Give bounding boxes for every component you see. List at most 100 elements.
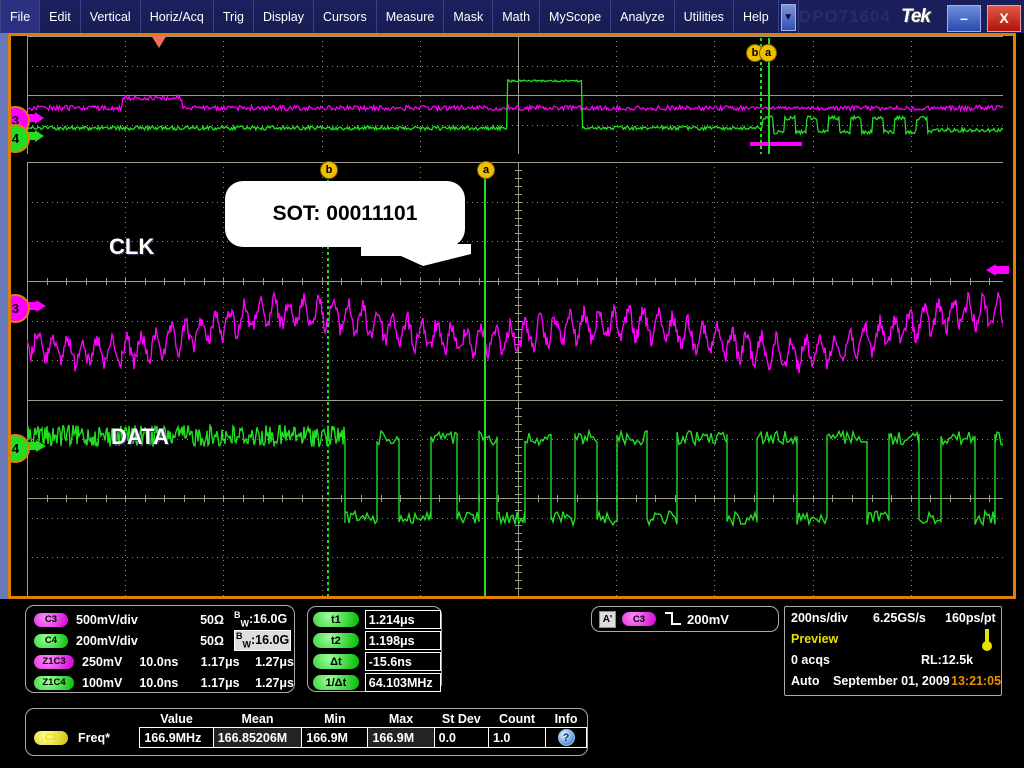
z1c3-pos1: 1.17μs bbox=[201, 655, 255, 669]
t2-value: 1.198μs bbox=[365, 631, 441, 650]
measurement-table[interactable]: Value Mean Min Max St Dev Count Info C1 … bbox=[25, 708, 588, 756]
z1c3-volts: 250mV bbox=[74, 655, 139, 669]
inv-delta-t-pill[interactable]: 1/Δt bbox=[313, 675, 359, 690]
clk-waveform bbox=[27, 162, 1003, 400]
minimize-button[interactable]: – bbox=[947, 5, 981, 32]
measurement-name-header bbox=[30, 711, 140, 728]
channel-3-level-arrow-right[interactable] bbox=[983, 264, 1009, 278]
t2-pill[interactable]: t2 bbox=[313, 633, 359, 648]
c3-scale: 500mV/div bbox=[68, 613, 176, 627]
z1c3-pill[interactable]: Z1C3 bbox=[34, 655, 74, 669]
cell-max: 166.9M bbox=[368, 728, 434, 748]
scope-display[interactable]: b a b a 3 4 3 4 CLK DATA SOT: 00011101 bbox=[8, 33, 1016, 599]
menu-item-measure[interactable]: Measure bbox=[377, 0, 445, 33]
c3-bw-sub: W bbox=[241, 619, 250, 629]
acq-mode: Auto bbox=[791, 674, 819, 688]
acq-state: Preview bbox=[791, 632, 838, 646]
model-name: DPO71604 bbox=[799, 7, 891, 27]
measurement-header-row: Value Mean Min Max St Dev Count Info bbox=[30, 711, 587, 728]
menu-item-utilities[interactable]: Utilities bbox=[675, 0, 734, 33]
menu-item-trig[interactable]: Trig bbox=[214, 0, 254, 33]
c3-impedance: 50Ω bbox=[176, 613, 224, 627]
cursor-row-t1[interactable]: t1 1.214μs bbox=[308, 609, 441, 630]
acq-count: 0 acqs bbox=[791, 653, 830, 667]
menu-item-horiz-acq[interactable]: Horiz/Acq bbox=[141, 0, 214, 33]
cursor-row-t2[interactable]: t2 1.198μs bbox=[308, 630, 441, 651]
tek-logo: Tek bbox=[901, 6, 930, 28]
z1c3-pos2: 1.27μs bbox=[255, 655, 294, 669]
cursor-row-inv-delta-t[interactable]: 1/Δt 64.103MHz bbox=[308, 672, 441, 693]
menu-item-cursors[interactable]: Cursors bbox=[314, 0, 377, 33]
trigger-level-value: 200mV bbox=[687, 612, 729, 627]
readout-row-z1c3[interactable]: Z1C3 250mV 10.0ns 1.17μs 1.27μs bbox=[34, 651, 294, 672]
c4-bw-sub: W bbox=[243, 640, 252, 650]
cell-info[interactable]: ? bbox=[546, 728, 587, 748]
menu-item-help[interactable]: Help bbox=[734, 0, 779, 33]
table-row[interactable]: C1 Freq* 166.9MHz 166.85206M 166.9M 166.… bbox=[30, 728, 587, 748]
overview-pane[interactable] bbox=[27, 36, 1003, 154]
readout-row-c3[interactable]: C3 500mV/div 50Ω BW:16.0G bbox=[34, 609, 294, 630]
resolution-value: 160ps/pt bbox=[945, 611, 996, 625]
info-icon[interactable]: ? bbox=[558, 729, 575, 746]
cursor-b-marker[interactable]: b bbox=[320, 161, 338, 179]
menu-item-edit[interactable]: Edit bbox=[40, 0, 81, 33]
delta-t-value: -15.6ns bbox=[365, 652, 441, 671]
trigger-source-pill[interactable]: C3 bbox=[622, 612, 656, 626]
clk-pane[interactable] bbox=[27, 162, 1003, 400]
trigger-position-marker[interactable] bbox=[151, 36, 167, 48]
sot-callout-bubble[interactable]: SOT: 00011101 bbox=[225, 181, 465, 247]
c3-pill[interactable]: C3 bbox=[34, 613, 68, 627]
overview-waveforms bbox=[27, 36, 1003, 154]
header-value: Value bbox=[140, 711, 213, 728]
c4-bandwidth[interactable]: BW:16.0G bbox=[234, 630, 291, 651]
close-button[interactable]: X bbox=[987, 5, 1021, 32]
c4-scale: 200mV/div bbox=[68, 634, 176, 648]
cursor-a-marker[interactable]: a bbox=[477, 161, 495, 179]
data-label: DATA bbox=[111, 424, 169, 450]
readout-row-z1c4[interactable]: Z1C4 100mV 10.0ns 1.17μs 1.27μs bbox=[34, 672, 294, 693]
inv-delta-t-value: 64.103MHz bbox=[365, 673, 441, 692]
menu-items: File Edit Vertical Horiz/Acq Trig Displa… bbox=[0, 0, 779, 33]
header-min: Min bbox=[302, 711, 368, 728]
trigger-readout-box[interactable]: A' C3 200mV bbox=[591, 606, 779, 632]
timebase-value: 200ns/div bbox=[791, 611, 848, 625]
chevron-down-icon[interactable]: ▼ bbox=[781, 4, 796, 31]
menu-item-math[interactable]: Math bbox=[493, 0, 540, 33]
menu-item-file[interactable]: File bbox=[0, 0, 40, 33]
cursor-row-delta-t[interactable]: Δt -15.6ns bbox=[308, 651, 441, 672]
menu-item-display[interactable]: Display bbox=[254, 0, 314, 33]
cursor-a-line[interactable] bbox=[484, 162, 486, 596]
sample-rate-value: 6.25GS/s bbox=[873, 611, 926, 625]
c3-bw-value: 16.0G bbox=[253, 612, 287, 626]
sot-callout-text: SOT: 00011101 bbox=[273, 202, 418, 226]
c1-pill[interactable]: C1 bbox=[34, 731, 68, 745]
menu-item-myscope[interactable]: MyScope bbox=[540, 0, 611, 33]
trigger-a-badge[interactable]: A' bbox=[599, 611, 616, 628]
acq-thermometer-icon bbox=[981, 629, 993, 653]
c4-pill[interactable]: C4 bbox=[34, 634, 68, 648]
vertical-readout-box[interactable]: C3 500mV/div 50Ω BW:16.0G C4 200mV/div 5… bbox=[25, 605, 295, 693]
c4-bw-value: 16.0G bbox=[255, 633, 289, 647]
cell-count: 1.0 bbox=[489, 728, 546, 748]
acquisition-readout-box[interactable]: 200ns/div 6.25GS/s 160ps/pt Preview 0 ac… bbox=[784, 606, 1002, 696]
z1c4-pill[interactable]: Z1C4 bbox=[34, 676, 74, 690]
menu-item-mask[interactable]: Mask bbox=[444, 0, 493, 33]
header-info: Info bbox=[546, 711, 587, 728]
z1c4-pos2: 1.27μs bbox=[255, 676, 294, 690]
overview-cursor-a-marker[interactable]: a bbox=[759, 44, 777, 62]
header-mean: Mean bbox=[213, 711, 302, 728]
data-pane[interactable] bbox=[27, 400, 1003, 596]
acq-date: September 01, 2009 bbox=[833, 674, 950, 688]
cursor-readout-box[interactable]: t1 1.214μs t2 1.198μs Δt -15.6ns 1/Δt 64… bbox=[307, 606, 442, 692]
falling-edge-icon bbox=[664, 612, 682, 626]
measurement-label-cell: C1 Freq* bbox=[30, 728, 140, 748]
delta-t-pill[interactable]: Δt bbox=[313, 654, 359, 669]
c3-bandwidth: BW:16.0G bbox=[224, 610, 287, 629]
readout-row-c4[interactable]: C4 200mV/div 50Ω BW:16.0G bbox=[34, 630, 294, 651]
cell-stdev: 0.0 bbox=[434, 728, 488, 748]
header-max: Max bbox=[368, 711, 434, 728]
menu-item-analyze[interactable]: Analyze bbox=[611, 0, 674, 33]
menu-item-vertical[interactable]: Vertical bbox=[81, 0, 141, 33]
measurement-name: Freq* bbox=[78, 731, 110, 745]
t1-pill[interactable]: t1 bbox=[313, 612, 359, 627]
